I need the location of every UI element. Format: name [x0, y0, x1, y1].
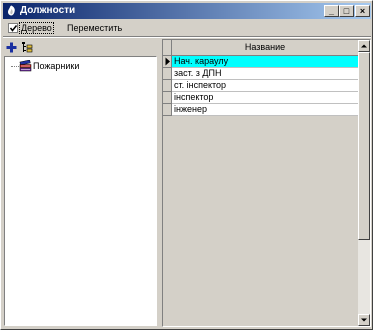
title-bar[interactable]: Должности _ □ ×: [3, 3, 371, 19]
row-indicator: [163, 92, 172, 104]
window: Должности _ □ × Дерево Переместить Пожар…: [0, 0, 373, 330]
positions-grid: Название Нач. караулу заст. з ДПН ст. ін…: [162, 39, 371, 327]
table-row[interactable]: заст. з ДПН: [163, 68, 359, 80]
grid-indicator-header: [163, 40, 172, 56]
row-cell-name[interactable]: ст. інспектор: [172, 80, 359, 92]
row-cell-name[interactable]: інспектор: [172, 92, 359, 104]
tree-connector: [11, 66, 19, 67]
books-icon: [19, 60, 32, 72]
grid-header: Название: [163, 40, 359, 56]
row-cell-name[interactable]: Нач. караулу: [172, 56, 359, 68]
vertical-scrollbar[interactable]: [358, 40, 370, 326]
row-cell-name[interactable]: заст. з ДПН: [172, 68, 359, 80]
row-indicator: [163, 80, 172, 92]
tree-checkbox[interactable]: [8, 23, 18, 33]
tree-toolbar: [6, 41, 156, 56]
tree-item-label: Пожарники: [33, 61, 80, 71]
toolbar-divider: [3, 36, 371, 38]
current-row-arrow-icon: [165, 57, 170, 66]
checkmark-icon: [9, 25, 18, 32]
tree-structure-icon[interactable]: [21, 41, 34, 54]
row-indicator: [163, 56, 172, 68]
close-button[interactable]: ×: [355, 5, 370, 17]
arrow-up-icon: [361, 44, 367, 48]
move-button[interactable]: Переместить: [67, 23, 122, 33]
scrollbar-thumb[interactable]: [358, 52, 370, 240]
table-row[interactable]: ст. інспектор: [163, 80, 359, 92]
tree-checkbox-label[interactable]: Дерево: [19, 22, 54, 34]
table-row[interactable]: інспектор: [163, 92, 359, 104]
minimize-button[interactable]: _: [324, 5, 339, 17]
row-indicator: [163, 68, 172, 80]
arrow-down-icon: [361, 318, 367, 322]
tree-pane[interactable]: Пожарники: [4, 56, 157, 326]
top-toolbar: Дерево Переместить: [3, 20, 371, 36]
window-title: Должности: [20, 5, 76, 16]
column-header-name[interactable]: Название: [172, 40, 359, 56]
table-row[interactable]: інженер: [163, 104, 359, 116]
scroll-up-button[interactable]: [358, 40, 370, 52]
add-icon[interactable]: [6, 42, 17, 53]
table-row[interactable]: Нач. караулу: [163, 56, 359, 68]
app-icon: [8, 5, 15, 16]
maximize-button[interactable]: □: [339, 5, 354, 17]
row-indicator: [163, 104, 172, 116]
row-cell-name[interactable]: інженер: [172, 104, 359, 116]
scroll-down-button[interactable]: [358, 314, 370, 326]
